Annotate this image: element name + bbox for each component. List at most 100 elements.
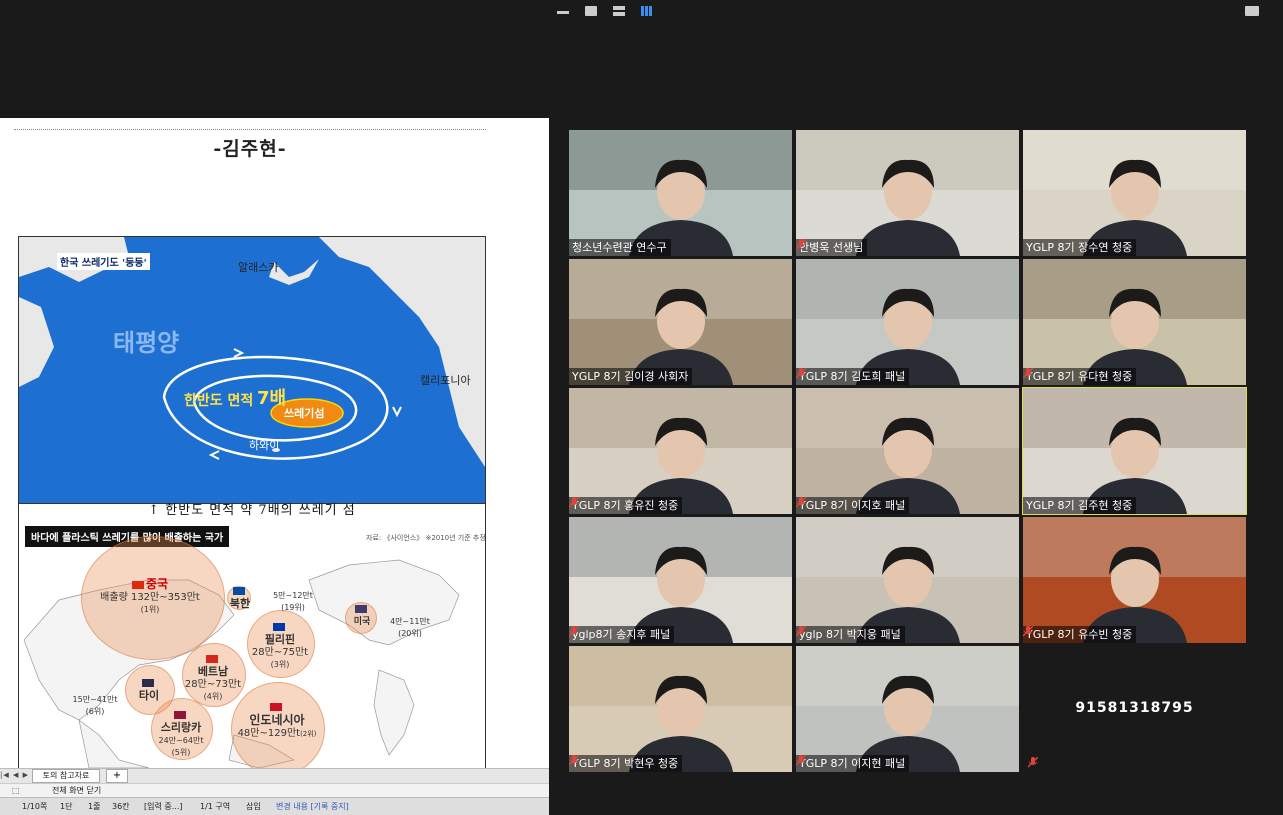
participant-tile[interactable]: yglp 8기 박지웅 패널	[796, 517, 1019, 643]
participant-tile[interactable]: YGLP 8기 유수빈 청중	[1023, 517, 1246, 643]
participant-tile[interactable]: YGLP 8기 홍유진 청중	[569, 388, 792, 514]
strip-view-icon[interactable]	[613, 6, 625, 16]
status-column: 36칸	[112, 802, 130, 811]
meeting-id-tile: 91581318795	[1022, 646, 1247, 772]
participant-name: YGLP 8기 김이경 사회자	[569, 368, 693, 385]
sheet-tab[interactable]: 토의 참고자료	[32, 769, 100, 783]
muted-mic-icon	[1023, 626, 1033, 637]
participant-label: YGLP 8기 김이경 사회자	[572, 370, 689, 383]
country-thailand: 타이	[131, 678, 167, 703]
muted-mic-icon	[569, 755, 579, 766]
participant-tile[interactable]: YGLP 8기 이지현 패널	[796, 646, 1019, 772]
participant-label: 청소년수련관 연수구	[572, 241, 667, 254]
plastic-emission-map: 바다에 플라스틱 쓰레기를 많이 배출하는 국가 자료: 《사이언스》 ※201…	[18, 520, 486, 768]
participant-label: YGLP 8기 유수빈 청중	[1026, 628, 1133, 641]
muted-mic-icon	[796, 626, 806, 637]
document-page[interactable]: -김주현- 한국 쓰레기도 '둥둥' 알래스카 태평양 한반도 면적 7배 쓰레…	[0, 118, 549, 768]
participant-tile[interactable]: YGLP 8기 이지호 패널	[796, 388, 1019, 514]
participant-label: YGLP 8기 이지호 패널	[799, 499, 906, 512]
label-alaska: 알래스카	[238, 261, 279, 274]
close-fullscreen-button[interactable]: 전체 화면 닫기	[52, 784, 101, 797]
participant-name: YGLP 8기 김도희 패널	[796, 368, 910, 385]
status-bar: 1/10쪽 1단 1줄 36칸 [입력 중...] 1/1 구역 삽입 변경 내…	[0, 797, 549, 815]
country-sri-lanka: 스리랑카 24만~64만t (5위)	[153, 710, 209, 759]
participant-name: 청소년수련관 연수구	[569, 239, 671, 256]
country-usa-amount: 4만~11만t (20위)	[390, 617, 430, 638]
participant-tile[interactable]: YGLP 8기 김주현 청중	[1022, 387, 1247, 515]
participant-label: YGLP 8기 이지현 패널	[799, 757, 906, 770]
participant-tile[interactable]: YGLP 8기 박현우 청중	[569, 646, 792, 772]
muted-mic-icon	[796, 497, 806, 508]
country-philippines: 필리핀 28만~75만t (3위)	[249, 622, 311, 671]
muted-mic-icon	[1023, 368, 1033, 379]
participant-name: 안병욱 선생님	[796, 239, 868, 256]
muted-mic-icon	[796, 239, 806, 250]
minimize-icon[interactable]	[557, 11, 569, 14]
participant-label: yglp 8기 박지웅 패널	[799, 628, 901, 641]
participant-label: YGLP 8기 홍유진 청중	[572, 499, 679, 512]
participant-label: 안병욱 선생님	[799, 241, 864, 254]
figure2-source: 자료: 《사이언스》 ※2010년 기준 추정	[366, 534, 486, 542]
country-china: 중국 배출량 132만~353만t (1위)	[100, 577, 200, 614]
muted-mic-icon	[1028, 757, 1038, 768]
participant-name: YGLP 8기 이지현 패널	[796, 755, 910, 772]
add-sheet-button[interactable]: +	[106, 769, 128, 783]
participant-label: YGLP 8기 박현우 청중	[572, 757, 679, 770]
document-title: -김주현-	[213, 138, 287, 160]
participant-name: yglp 8기 박지웅 패널	[796, 626, 905, 643]
garbage-patch-map: 한국 쓰레기도 '둥둥' 알래스카 태평양 한반도 면적 7배 쓰레기섬 캘리포…	[18, 236, 486, 504]
muted-mic-icon	[796, 755, 806, 766]
participant-tile[interactable]: yglp8기 송지후 패널	[569, 517, 792, 643]
country-vietnam: 베트남 28만~73만t (4위)	[182, 654, 244, 703]
muted-mic-icon	[569, 497, 579, 508]
participant-name: YGLP 8기 이지호 패널	[796, 497, 910, 514]
fullscreen-icon[interactable]: ⬚	[12, 784, 20, 797]
status-insert[interactable]: 삽입	[246, 798, 261, 815]
fullscreen-bar: ⬚ 전체 화면 닫기	[0, 783, 549, 797]
muted-mic-icon	[569, 626, 579, 637]
status-input: [입력 중...]	[144, 802, 183, 811]
figure-caption: ↑ 한반도 면적 약 7배의 쓰레기 섬	[18, 502, 486, 521]
country-north-korea-amount: 5만~12만t (19위)	[273, 591, 313, 612]
participant-tile[interactable]: 청소년수련관 연수구	[569, 130, 792, 256]
participant-name: YGLP 8기 김주현 청중	[1023, 497, 1137, 514]
participant-name: yglp8기 송지후 패널	[569, 626, 675, 643]
label-pacific: 태평양	[113, 329, 180, 357]
participant-tile[interactable]: YGLP 8기 유다현 청중	[1023, 259, 1246, 385]
status-zone: 1/1 구역	[200, 802, 231, 811]
participant-name: YGLP 8기 유다현 청중	[1023, 368, 1137, 385]
participant-label: yglp8기 송지후 패널	[572, 628, 671, 641]
participant-label: YGLP 8기 김주현 청중	[1026, 499, 1133, 512]
status-page: 1/10쪽	[22, 802, 48, 811]
status-section: 1단	[60, 802, 73, 811]
participant-label: YGLP 8기 김도희 패널	[799, 370, 906, 383]
sheet-nav-arrows[interactable]: |◀ ◀ ▶ ▶|	[0, 769, 30, 791]
label-garbage-island: 쓰레기섬	[284, 407, 325, 420]
country-usa: 미국	[347, 604, 377, 628]
status-track-changes[interactable]: 변경 내용 [기록 중지]	[276, 798, 349, 815]
muted-mic-icon	[796, 368, 806, 379]
exit-fullscreen-icon[interactable]	[1245, 6, 1259, 16]
speaker-view-icon[interactable]	[585, 6, 597, 16]
participant-label: YGLP 8기 장수연 청중	[1026, 241, 1133, 254]
participant-tile[interactable]: YGLP 8기 김이경 사회자	[569, 259, 792, 385]
label-hawaii: 하와이	[249, 439, 280, 452]
participant-name: YGLP 8기 홍유진 청중	[569, 497, 683, 514]
country-thailand-amount: 15만~41만t (6위)	[72, 695, 118, 716]
label-times: 7배	[257, 388, 287, 409]
participant-name: YGLP 8기 유수빈 청중	[1023, 626, 1137, 643]
map-badge: 한국 쓰레기도 '둥둥'	[57, 253, 150, 270]
dotted-rule	[14, 129, 486, 130]
gallery-view-icon[interactable]	[641, 6, 653, 16]
label-california: 캘리포니아	[420, 374, 471, 387]
document-top-blank	[0, 0, 549, 118]
meeting-id: 91581318795	[1075, 700, 1194, 716]
country-north-korea: 북한	[225, 586, 255, 611]
participant-tile[interactable]: YGLP 8기 장수연 청중	[1023, 130, 1246, 256]
participant-tile[interactable]: YGLP 8기 김도희 패널	[796, 259, 1019, 385]
participant-name: YGLP 8기 장수연 청중	[1023, 239, 1137, 256]
participant-tile[interactable]: 안병욱 선생님	[796, 130, 1019, 256]
country-indonesia: 인도네시아 48만~129만t(2위)	[233, 702, 321, 740]
status-line: 1줄	[88, 802, 101, 811]
label-area: 한반도 면적	[184, 393, 254, 409]
